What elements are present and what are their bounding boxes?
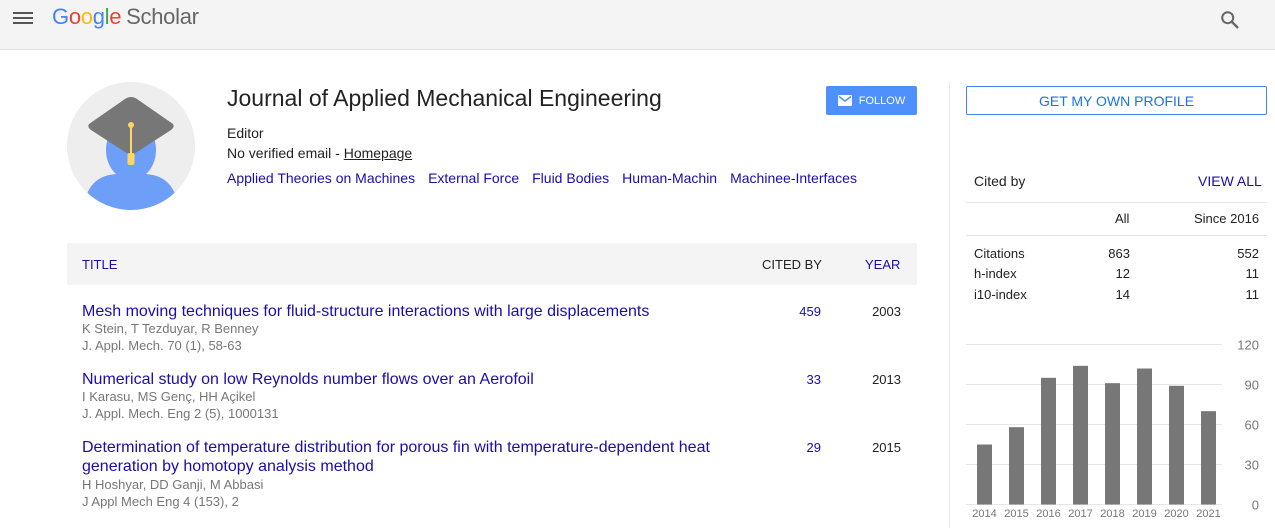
mail-icon — [837, 95, 852, 106]
y-tick-label: 0 — [1252, 498, 1259, 513]
logo-letter: o — [80, 4, 93, 29]
x-tick-label: 2019 — [1132, 508, 1156, 520]
avatar — [67, 82, 195, 210]
interest-link[interactable]: Fluid Bodies — [532, 170, 609, 186]
profile-affiliation: Editor — [227, 125, 264, 141]
scholar-avatar-icon — [67, 82, 195, 210]
bar — [1009, 427, 1024, 505]
y-tick-label: 90 — [1245, 378, 1259, 393]
article-title-line: Mesh moving techniques for fluid-structu… — [82, 303, 650, 320]
top-bar: Google Scholar — [0, 0, 1275, 50]
stat-since: 11 — [1245, 266, 1260, 281]
stats-row-i10-index: i10-index 14 11 — [974, 287, 1259, 307]
article-venue: J Appl Mech Eng 4 (153), 2 — [82, 494, 239, 509]
article-year: 2013 — [872, 372, 901, 387]
sort-by-title[interactable]: TITLE — [82, 257, 117, 272]
article-title[interactable]: Determination of temperature distributio… — [82, 438, 732, 476]
get-my-own-profile-button[interactable]: GET MY OWN PROFILE — [966, 86, 1267, 115]
logo-product-name: Scholar — [126, 4, 199, 29]
view-all-link[interactable]: VIEW ALL — [1198, 173, 1262, 189]
article-title[interactable]: Mesh moving techniques for fluid-structu… — [82, 302, 732, 321]
article-title[interactable]: Numerical study on low Reynolds number f… — [82, 370, 732, 389]
article-venue: J. Appl. Mech. 70 (1), 58-63 — [82, 338, 242, 353]
x-tick-label: 2020 — [1164, 508, 1188, 520]
interest-link[interactable]: Human-Machin — [622, 170, 717, 186]
stat-label: Citations — [974, 246, 1025, 261]
bar — [1169, 385, 1184, 505]
stat-label: i10-index — [974, 287, 1027, 302]
cited-by-column-header: CITED BY — [762, 257, 822, 272]
article-authors: K Stein, T Tezduyar, R Benney — [82, 321, 259, 336]
bar — [1137, 368, 1152, 505]
interest-link[interactable]: External Force — [428, 170, 519, 186]
verified-email-text: No verified email - — [227, 145, 344, 161]
cited-by-heading: Cited by — [974, 173, 1026, 189]
stats-header-all: All — [1115, 211, 1130, 226]
stat-since: 552 — [1237, 246, 1259, 261]
x-tick-label: 2018 — [1100, 508, 1124, 520]
research-interests: Applied Theories on Machines External For… — [227, 170, 870, 186]
column-divider — [949, 82, 950, 528]
y-tick-label: 60 — [1245, 418, 1259, 433]
stats-row-citations: Citations 863 552 — [974, 246, 1259, 266]
logo-letter: o — [68, 4, 81, 29]
divider — [966, 235, 1267, 236]
hamburger-menu-icon[interactable] — [13, 11, 35, 25]
divider — [966, 202, 1267, 203]
follow-button[interactable]: FOLLOW — [826, 86, 917, 115]
x-tick-label: 2015 — [1004, 508, 1028, 520]
logo-letter: e — [109, 4, 122, 29]
x-tick-label: 2017 — [1068, 508, 1092, 520]
article-year: 2015 — [872, 440, 901, 455]
article-year: 2003 — [872, 304, 901, 319]
logo-letter: g — [92, 4, 105, 29]
article-title-line: Numerical study on low Reynolds number f… — [82, 371, 534, 388]
bar — [1041, 377, 1056, 505]
profile-email-line: No verified email - Homepage — [227, 145, 412, 161]
article-title-line: generation by homotopy analysis method — [82, 458, 374, 475]
sort-by-year[interactable]: YEAR — [865, 257, 900, 272]
stat-since: 11 — [1245, 287, 1260, 302]
stat-label: h-index — [974, 266, 1017, 281]
profile-name: Journal of Applied Mechanical Engineerin… — [227, 85, 662, 111]
stat-all: 14 — [1115, 287, 1130, 302]
stat-all: 863 — [1108, 246, 1130, 261]
logo-letter: G — [52, 4, 69, 29]
bar — [1201, 411, 1216, 505]
articles-table-header: TITLE CITED BY YEAR — [67, 243, 917, 285]
article-title-line: Determination of temperature distributio… — [82, 439, 710, 456]
bar — [1105, 383, 1120, 505]
x-tick-label: 2021 — [1196, 508, 1220, 520]
stats-row-h-index: h-index 12 11 — [974, 266, 1259, 286]
article-cited-by[interactable]: 33 — [767, 372, 821, 387]
citations-bar-chart: 0 30 60 90 120 2014 2015 2016 2017 2018 2019 2020 20… — [966, 338, 1259, 520]
interest-link[interactable]: Machinee-Interfaces — [730, 170, 857, 186]
y-tick-label: 30 — [1245, 458, 1259, 473]
stats-header-since: Since 2016 — [1194, 211, 1260, 226]
google-scholar-logo[interactable]: Google Scholar — [52, 4, 199, 30]
bar — [1073, 365, 1088, 505]
homepage-link[interactable]: Homepage — [344, 145, 413, 161]
article-authors: I Karasu, MS Genç, HH Açikel — [82, 389, 256, 404]
x-tick-label: 2016 — [1036, 508, 1060, 520]
stat-all: 12 — [1115, 266, 1130, 281]
y-tick-label: 120 — [1237, 338, 1259, 353]
bar — [977, 444, 992, 505]
interest-link[interactable]: Applied Theories on Machines — [227, 170, 415, 186]
article-cited-by[interactable]: 459 — [767, 304, 821, 319]
citations-per-year-chart: 0 30 60 90 120 2014 2015 2016 2017 2018 2019 2020 20… — [960, 335, 1275, 528]
article-venue: J. Appl. Mech. Eng 2 (5), 1000131 — [82, 406, 279, 421]
follow-label: FOLLOW — [858, 94, 906, 107]
x-tick-label: 2014 — [972, 508, 996, 520]
search-icon[interactable] — [1219, 9, 1241, 31]
article-authors: H Hoshyar, DD Ganji, M Abbasi — [82, 477, 264, 492]
article-cited-by[interactable]: 29 — [767, 440, 821, 455]
